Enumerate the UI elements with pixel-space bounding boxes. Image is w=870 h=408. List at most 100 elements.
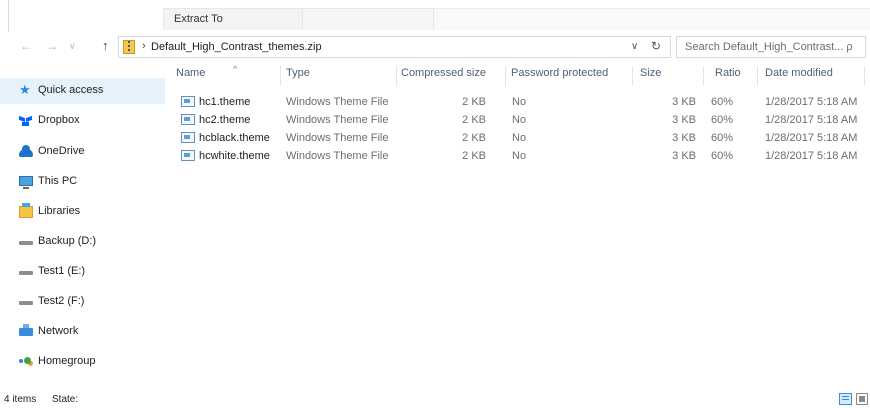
compressed-size: 2 KB — [462, 132, 486, 144]
table-row[interactable]: hc1.theme Windows Theme File 2 KB No 3 K… — [168, 94, 870, 111]
file-size: 3 KB — [672, 96, 696, 108]
column-divider[interactable] — [396, 66, 397, 86]
ribbon-blank-area — [433, 8, 870, 30]
nav-item-label: Dropbox — [38, 114, 80, 126]
back-arrow-icon[interactable]: ← — [20, 39, 32, 53]
libraries-icon — [19, 203, 33, 218]
drive-icon — [19, 301, 33, 305]
ribbon: Extract To — [0, 0, 870, 32]
nav-item-label: This PC — [38, 175, 78, 187]
drive-icon — [19, 271, 33, 275]
file-list: Name ^ Type Compressed size Password pro… — [168, 62, 870, 388]
nav-item-libraries[interactable]: Libraries — [0, 199, 165, 225]
onedrive-cloud-icon — [19, 145, 33, 157]
file-type: Windows Theme File — [286, 150, 389, 162]
table-row[interactable]: hc2.theme Windows Theme File 2 KB No 3 K… — [168, 112, 870, 129]
nav-item-dropbox[interactable]: Dropbox — [0, 108, 165, 134]
nav-item-homegroup[interactable]: Homegroup — [0, 349, 165, 375]
compressed-size: 2 KB — [462, 150, 486, 162]
this-pc-icon — [19, 176, 33, 189]
password-protected: No — [512, 150, 527, 162]
compression-ratio: 60% — [711, 114, 734, 126]
compression-ratio: 60% — [711, 96, 734, 108]
file-name: hcwhite.theme — [199, 150, 270, 162]
forward-arrow-icon[interactable]: → — [46, 39, 58, 53]
nav-item-network[interactable]: Network — [0, 319, 165, 345]
nav-item-test2-f[interactable]: Test2 (F:) — [0, 289, 165, 315]
password-protected: No — [512, 114, 527, 126]
table-row[interactable]: hcblack.theme Windows Theme File 2 KB No… — [168, 130, 870, 147]
nav-item-label: OneDrive — [38, 145, 85, 157]
table-row[interactable]: hcwhite.theme Windows Theme File 2 KB No… — [168, 148, 870, 165]
password-protected: No — [512, 96, 527, 108]
quick-access-star-icon: ★ — [19, 82, 31, 97]
column-divider[interactable] — [757, 66, 758, 86]
file-type: Windows Theme File — [286, 114, 389, 126]
nav-item-label: Backup (D:) — [38, 235, 97, 247]
path-dropdown-icon[interactable]: ∨ — [631, 41, 638, 52]
nav-item-label: Homegroup — [38, 355, 96, 367]
date-modified: 1/28/2017 5:18 AM — [765, 132, 858, 144]
search-input[interactable]: Search Default_High_Contrast... ρ — [676, 36, 866, 58]
column-header-label: Name — [176, 67, 206, 79]
compression-ratio: 60% — [711, 150, 734, 162]
nav-item-label: Network — [38, 325, 79, 337]
network-icon — [19, 324, 33, 336]
recent-locations-chevron-icon[interactable]: ∨ — [69, 41, 76, 52]
zip-folder-icon — [123, 40, 135, 54]
file-type: Windows Theme File — [286, 96, 389, 108]
drive-icon — [19, 241, 33, 245]
nav-item-quick-access[interactable]: ★ Quick access — [0, 78, 165, 104]
dropbox-icon — [19, 115, 33, 127]
nav-item-label: Test2 (F:) — [38, 295, 85, 307]
up-arrow-icon[interactable]: ↑ — [102, 38, 109, 53]
file-size: 3 KB — [672, 114, 696, 126]
column-header-date-modified[interactable]: Date modified — [765, 67, 833, 79]
nav-item-backup-d[interactable]: Backup (D:) — [0, 229, 165, 255]
column-header-name[interactable]: Name ^ — [176, 64, 237, 79]
file-type: Windows Theme File — [286, 132, 389, 144]
nav-item-this-pc[interactable]: This PC — [0, 169, 165, 195]
nav-item-test1-e[interactable]: Test1 (E:) — [0, 259, 165, 285]
file-name: hcblack.theme — [199, 132, 270, 144]
status-bar: 4 items State: — [0, 390, 870, 408]
column-divider[interactable] — [280, 66, 281, 86]
large-icons-view-icon[interactable] — [856, 393, 868, 405]
nav-item-onedrive[interactable]: OneDrive — [0, 139, 165, 165]
column-header-type[interactable]: Type — [286, 67, 310, 79]
sort-ascending-icon: ^ — [233, 64, 238, 74]
item-count: 4 items — [4, 394, 37, 405]
navigation-pane: ★ Quick access Dropbox OneDrive This PC … — [0, 62, 168, 388]
breadcrumb-chevron-icon[interactable]: › — [142, 40, 146, 52]
column-divider[interactable] — [505, 66, 506, 86]
compression-ratio: 60% — [711, 132, 734, 144]
column-divider[interactable] — [632, 66, 633, 86]
file-name: hc1.theme — [199, 96, 251, 108]
column-divider[interactable] — [703, 66, 704, 86]
state-label: State: — [52, 394, 79, 405]
nav-item-label: Libraries — [38, 205, 81, 217]
details-view-icon[interactable] — [839, 393, 852, 405]
column-header-compressed-size[interactable]: Compressed size — [401, 67, 486, 79]
column-header-size[interactable]: Size — [640, 67, 661, 79]
column-header-ratio[interactable]: Ratio — [715, 67, 741, 79]
breadcrumb-path[interactable]: Default_High_Contrast_themes.zip — [151, 41, 322, 53]
password-protected: No — [512, 132, 527, 144]
date-modified: 1/28/2017 5:18 AM — [765, 150, 858, 162]
file-size: 3 KB — [672, 150, 696, 162]
path-field[interactable]: › Default_High_Contrast_themes.zip ∨ ↻ — [118, 36, 671, 58]
column-header-password-protected[interactable]: Password protected — [511, 67, 608, 79]
theme-file-icon — [181, 114, 195, 125]
date-modified: 1/28/2017 5:18 AM — [765, 114, 858, 126]
column-divider[interactable] — [864, 66, 865, 86]
date-modified: 1/28/2017 5:18 AM — [765, 96, 858, 108]
address-bar: ← → ∨ ↑ › Default_High_Contrast_themes.z… — [0, 34, 870, 60]
search-placeholder: Search Default_High_Contrast... ρ — [685, 41, 853, 53]
file-size: 3 KB — [672, 132, 696, 144]
nav-item-label: Test1 (E:) — [38, 265, 86, 277]
file-name: hc2.theme — [199, 114, 251, 126]
extract-to-tab[interactable]: Extract To — [163, 8, 303, 30]
theme-file-icon — [181, 150, 195, 161]
refresh-icon[interactable]: ↻ — [651, 39, 661, 53]
ribbon-blank-area — [303, 8, 433, 30]
